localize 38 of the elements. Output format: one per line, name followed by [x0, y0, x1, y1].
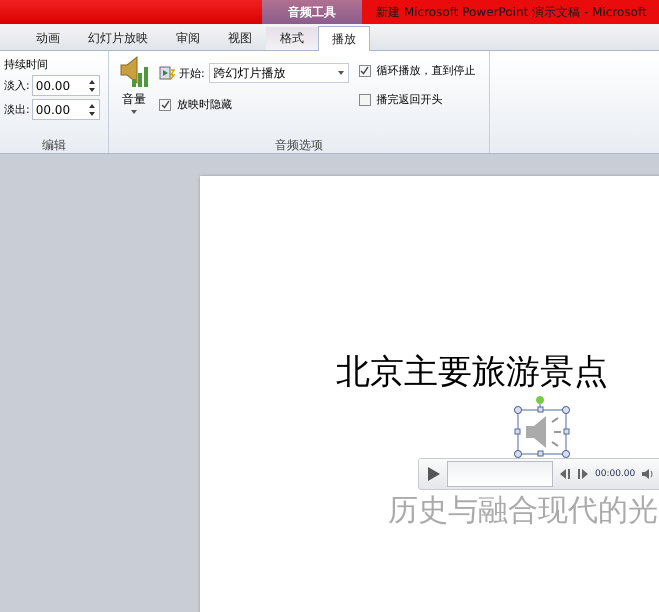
caret-icon	[131, 110, 137, 114]
fade-in-field[interactable]: 00.00	[32, 75, 100, 96]
checkbox[interactable]	[358, 64, 371, 76]
spin-arrows-icon[interactable]	[88, 104, 95, 116]
caret-icon	[338, 71, 344, 75]
ribbon-tab[interactable]: 播放	[318, 26, 370, 51]
ribbon-tab[interactable]: 动画	[22, 26, 74, 50]
fade-in-label: 淡入:	[4, 78, 30, 93]
duration-label: 持续时间	[4, 57, 49, 72]
spin-arrows-icon[interactable]	[88, 80, 95, 92]
fade-out-label: 淡出:	[4, 102, 30, 117]
group-label: 编辑	[41, 137, 67, 153]
fade-out-field[interactable]: 00.00	[32, 99, 100, 120]
ribbon-tab[interactable]: 格式	[266, 26, 318, 50]
start-dropdown[interactable]: 跨幻灯片播放	[208, 63, 349, 83]
volume-button[interactable]: 音量	[119, 55, 149, 137]
ribbon-tab[interactable]: 审阅	[162, 26, 214, 50]
slide-subtitle: 历史与融合现代的光	[388, 492, 658, 530]
time-display: 00:00.00	[595, 469, 636, 479]
speaker-icon[interactable]	[514, 394, 570, 458]
window-title: 新建 Microsoft PowerPoint 演示文稿 - Microsoft	[362, 0, 659, 24]
skip-back-icon[interactable]	[559, 469, 571, 479]
skip-forward-icon[interactable]	[577, 469, 589, 479]
checkbox-label: 放映时隐藏	[177, 97, 232, 112]
context-tool-title: 音频工具	[262, 0, 362, 24]
checkbox-label: 循环播放，直到停止	[376, 63, 476, 78]
ribbon-tab[interactable]: 视图	[214, 26, 266, 50]
slide-title: 北京主要旅游景点	[336, 352, 608, 392]
checkbox[interactable]	[159, 98, 171, 110]
checkbox[interactable]	[358, 94, 371, 106]
volume-icon[interactable]	[641, 468, 656, 480]
group-label: 音频选项	[274, 137, 324, 153]
speaker-bars-icon	[119, 55, 149, 89]
start-icon	[159, 66, 175, 80]
checkbox-label: 播完返回开头	[376, 92, 443, 107]
play-icon[interactable]	[427, 466, 441, 482]
start-label: 开始:	[179, 66, 205, 80]
ribbon-tab[interactable]: 幻灯片放映	[74, 26, 162, 50]
